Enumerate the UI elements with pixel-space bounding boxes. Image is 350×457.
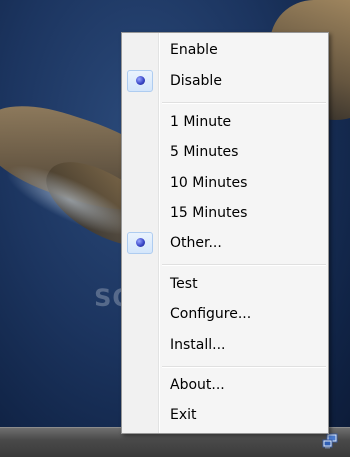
menu-item-label: Install... [170,337,226,353]
menu-item-label: Disable [170,73,222,89]
menu-item-disable[interactable]: Disable [124,68,326,96]
radio-dot-icon [136,76,145,85]
menu-separator [162,264,326,266]
context-menu: Enable Disable 1 Minute 5 Minutes 10 Min… [121,32,329,434]
menu-item-label: About... [170,377,225,393]
radio-dot-icon [136,238,145,247]
menu-separator [162,366,326,368]
menu-item-label: Enable [170,42,218,58]
menu-item-exit[interactable]: Exit [124,402,326,430]
menu-item-1-minute[interactable]: 1 Minute [124,109,326,137]
menu-item-about[interactable]: About... [124,372,326,400]
menu-item-10-minutes[interactable]: 10 Minutes [124,170,326,198]
menu-item-label: 5 Minutes [170,144,239,160]
menu-item-test[interactable]: Test [124,271,326,299]
menu-item-15-minutes[interactable]: 15 Minutes [124,200,326,228]
menu-item-install[interactable]: Install... [124,332,326,360]
menu-item-label: Other... [170,235,222,251]
menu-item-enable[interactable]: Enable [124,37,326,65]
network-monitor-icon[interactable] [322,432,340,450]
radio-check-indicator [127,232,153,254]
menu-item-other[interactable]: Other... [124,230,326,258]
menu-item-label: 1 Minute [170,114,232,130]
radio-check-indicator [127,70,153,92]
menu-item-5-minutes[interactable]: 5 Minutes [124,139,326,167]
menu-separator [162,102,326,104]
menu-item-configure[interactable]: Configure... [124,301,326,329]
menu-item-label: 15 Minutes [170,205,248,221]
menu-item-label: Configure... [170,306,252,322]
menu-item-label: Test [170,276,198,292]
menu-item-label: Exit [170,407,197,423]
menu-item-label: 10 Minutes [170,175,248,191]
